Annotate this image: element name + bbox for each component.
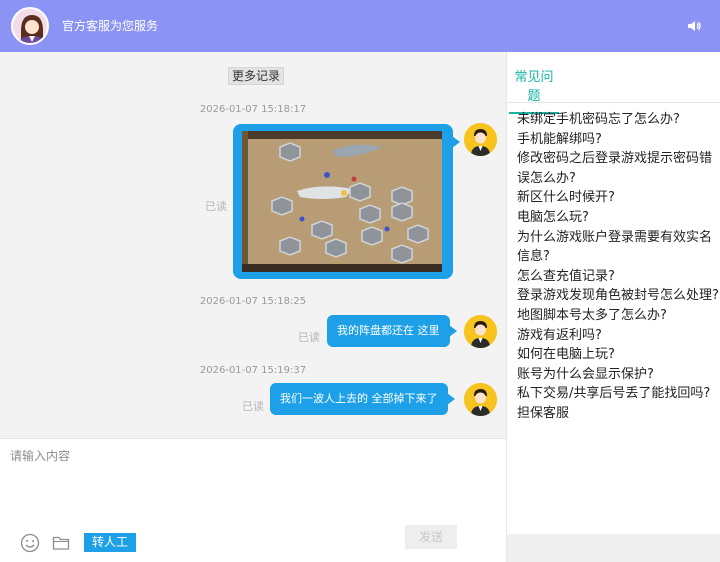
game-screenshot-image[interactable] xyxy=(242,131,442,272)
faq-panel-footer xyxy=(507,534,720,562)
faq-item[interactable]: 如何在电脑上玩? xyxy=(517,345,720,365)
tab-faq[interactable]: 常见问题 xyxy=(509,66,559,114)
message-timestamp: 2026-01-07 15:18:25 xyxy=(199,296,307,307)
faq-item[interactable]: 游戏有返利吗? xyxy=(517,326,720,346)
read-status: 已读 xyxy=(298,331,320,344)
message-timestamp: 2026-01-07 15:18:17 xyxy=(199,104,307,115)
faq-item[interactable]: 登录游戏发现角色被封号怎么处理? xyxy=(517,286,720,306)
faq-list: 未绑定手机密码忘了怎么办? 手机能解绑吗? 修改密码之后登录游戏提示密码错误怎么… xyxy=(517,110,720,424)
faq-item[interactable]: 地图脚本号太多了怎么办? xyxy=(517,306,720,326)
header-title: 官方客服为您服务 xyxy=(62,19,159,33)
faq-item[interactable]: 担保客服 xyxy=(517,404,720,424)
folder-icon[interactable] xyxy=(52,534,70,552)
faq-item[interactable]: 私下交易/共享后号丢了能找回吗? xyxy=(517,384,720,404)
user-avatar xyxy=(464,315,497,348)
message-input-area[interactable]: 请输入内容 转人工 发送 xyxy=(0,438,506,562)
faq-item[interactable]: 修改密码之后登录游戏提示密码错误怎么办? xyxy=(517,149,720,188)
chat-message-area[interactable]: 更多记录 2026-01-07 15:18:17 已读 2026-01-07 1… xyxy=(0,52,506,438)
faq-item[interactable]: 手机能解绑吗? xyxy=(517,130,720,150)
faq-item[interactable]: 为什么游戏账户登录需要有效实名信息? xyxy=(517,228,720,267)
user-avatar xyxy=(464,123,497,156)
faq-tab-bar: 常见问题 xyxy=(507,52,720,114)
send-button[interactable]: 发送 xyxy=(405,525,457,549)
read-status: 已读 xyxy=(242,400,264,413)
header-bar: 官方客服为您服务 xyxy=(0,0,720,52)
faq-item[interactable]: 账号为什么会显示保护? xyxy=(517,365,720,385)
agent-avatar xyxy=(11,7,49,45)
faq-item[interactable]: 怎么查充值记录? xyxy=(517,267,720,287)
user-avatar xyxy=(464,383,497,416)
message-timestamp: 2026-01-07 15:19:37 xyxy=(199,365,307,376)
faq-item[interactable]: 电脑怎么玩? xyxy=(517,208,720,228)
faq-panel: 常见问题 未绑定手机密码忘了怎么办? 手机能解绑吗? 修改密码之后登录游戏提示密… xyxy=(506,52,720,562)
faq-item[interactable]: 新区什么时候开? xyxy=(517,188,720,208)
image-message-bubble[interactable] xyxy=(233,124,460,279)
text-message-bubble[interactable]: 我们一波人上去的 全部掉下来了 xyxy=(270,383,454,415)
message-input[interactable]: 请输入内容 xyxy=(10,447,70,464)
faq-item[interactable]: 未绑定手机密码忘了怎么办? xyxy=(517,110,720,130)
speaker-icon[interactable] xyxy=(686,18,702,34)
emoji-icon[interactable] xyxy=(20,533,40,553)
read-status: 已读 xyxy=(205,200,227,213)
more-history-link[interactable]: 更多记录 xyxy=(228,67,285,85)
transfer-to-agent-button[interactable]: 转人工 xyxy=(84,533,136,552)
text-message-bubble[interactable]: 我的阵盘都还在 这里 xyxy=(327,315,456,347)
